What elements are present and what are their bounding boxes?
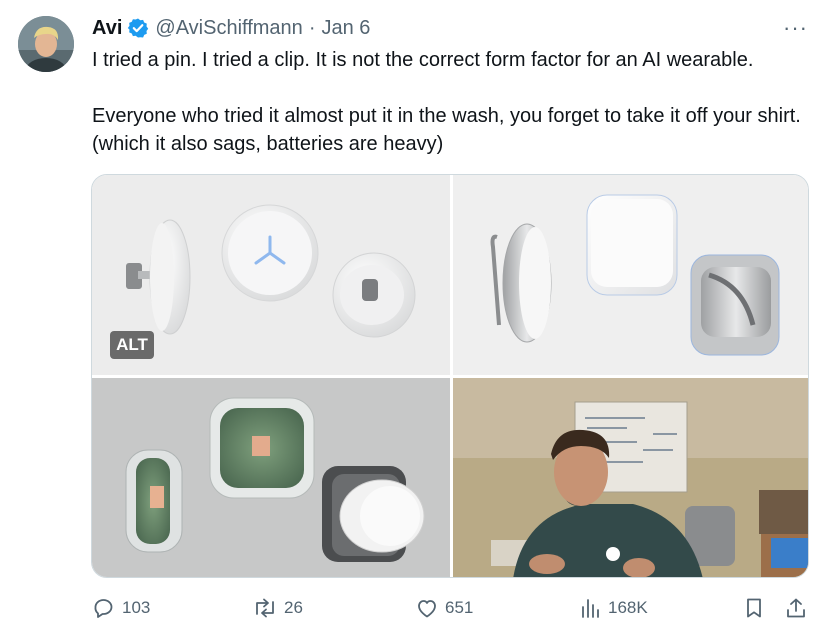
tweet-text-line: Everyone who tried it almost put it in t… [92,105,801,155]
verified-badge-icon[interactable] [127,17,149,39]
retweet-count: 26 [284,598,303,617]
author-name[interactable]: Avi [92,17,122,40]
tweet-header: Avi @AviSchiffmann · Jan 6 [92,16,370,40]
like-button[interactable]: 651 [415,592,473,624]
view-count: 168K [608,598,648,617]
tweet-date[interactable]: Jan 6 [321,17,370,40]
media-image-4[interactable] [453,378,808,577]
tweet-text-line: I tried a pin. I tried a clip. It is not… [92,49,754,71]
reply-count: 103 [122,598,151,617]
reply-button[interactable]: 103 [92,592,150,624]
share-icon [787,598,805,618]
reply-icon [94,599,113,618]
alt-badge[interactable]: ALT [110,331,154,359]
media-image-1[interactable]: ALT [92,175,450,375]
bookmark-button[interactable] [742,592,766,624]
retweet-icon [256,598,274,618]
tweet-actions: 103 26 651 168K [92,592,812,624]
media-image-3[interactable] [92,378,450,577]
bookmark-icon [747,598,761,618]
like-count: 651 [445,598,474,617]
retweet-button[interactable]: 26 [252,592,303,624]
more-icon[interactable]: ··· [783,17,808,39]
media-image-2[interactable] [453,175,808,375]
views-icon [582,599,599,618]
views-button[interactable]: 168K [578,592,648,624]
share-button[interactable] [784,592,808,624]
tweet-text: I tried a pin. I tried a clip. It is not… [92,46,818,158]
media-grid: ALT [91,174,809,578]
author-handle[interactable]: @AviSchiffmann [155,17,302,40]
separator-dot: · [308,16,316,39]
avatar[interactable] [18,16,74,72]
like-icon [418,600,436,618]
